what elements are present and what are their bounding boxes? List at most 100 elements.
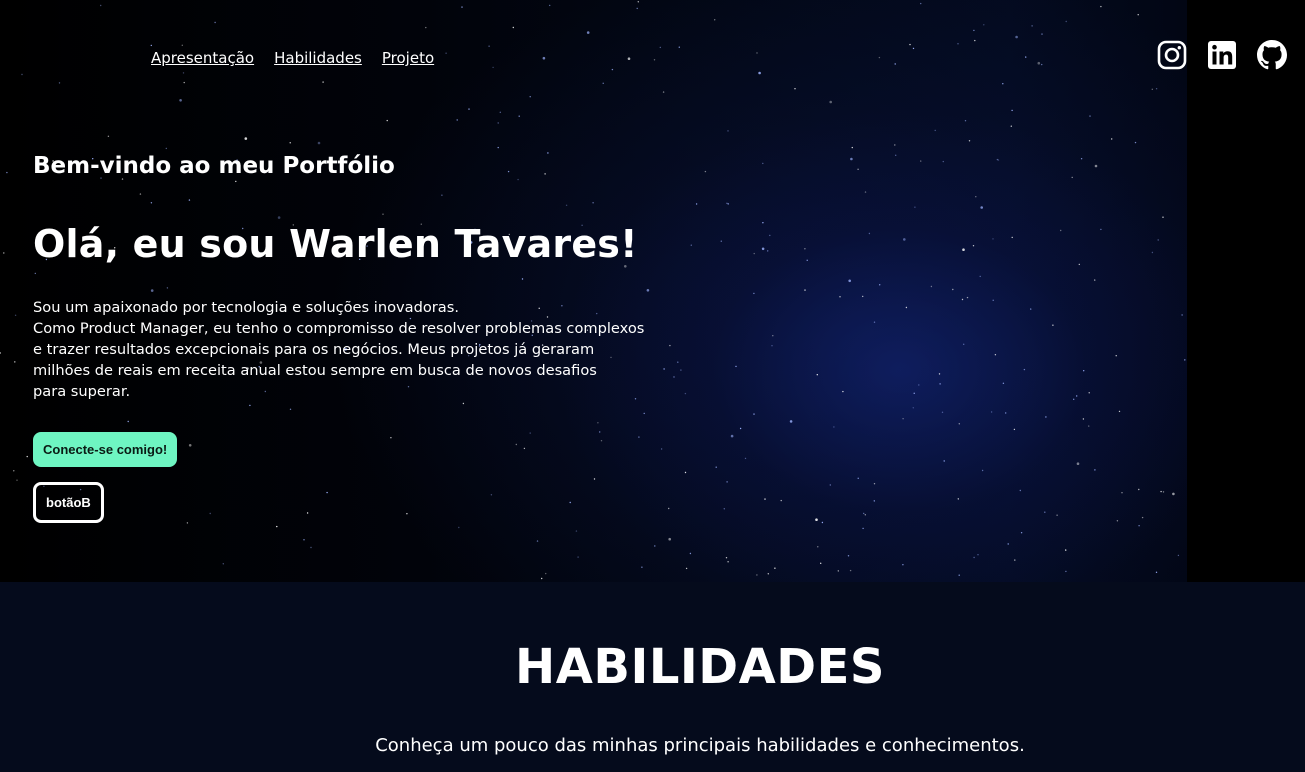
star — [306, 512, 309, 514]
nav-link-habilidades[interactable]: Habilidades — [274, 49, 362, 67]
star — [1115, 355, 1117, 357]
star — [850, 157, 853, 161]
star — [1065, 570, 1067, 573]
star — [1041, 33, 1043, 35]
star — [756, 52, 758, 54]
star — [235, 180, 237, 183]
star — [821, 521, 824, 524]
star — [1094, 279, 1096, 281]
star — [441, 194, 443, 196]
star — [549, 4, 551, 7]
linkedin-icon[interactable] — [1207, 40, 1237, 70]
star — [512, 26, 514, 29]
star — [276, 525, 278, 528]
star — [961, 298, 964, 301]
star — [1002, 83, 1004, 85]
star — [753, 252, 755, 255]
star — [1088, 425, 1090, 427]
star — [317, 141, 321, 145]
star — [981, 469, 984, 472]
star — [1138, 525, 1140, 527]
instagram-icon[interactable] — [1157, 40, 1187, 70]
github-icon[interactable] — [1257, 40, 1287, 70]
skills-title: HABILIDADES — [515, 639, 885, 695]
star — [1118, 410, 1121, 413]
star — [902, 564, 904, 566]
star — [1151, 88, 1154, 91]
hero-section: Apresentação Habilidades Projeto Bem-vin… — [0, 0, 1305, 582]
star — [804, 248, 806, 250]
star — [541, 577, 543, 580]
star — [677, 361, 679, 363]
stars-layer — [0, 1, 1186, 580]
star — [16, 479, 18, 481]
star — [1121, 492, 1123, 494]
secondary-button[interactable]: botãoB — [33, 482, 104, 523]
star — [1184, 359, 1186, 361]
star — [497, 122, 499, 124]
star — [957, 498, 959, 500]
star — [100, 4, 102, 7]
star — [150, 202, 153, 204]
star — [992, 238, 994, 240]
star — [597, 422, 599, 424]
star — [458, 526, 460, 529]
star — [406, 513, 408, 515]
star — [806, 259, 808, 261]
star — [963, 343, 965, 345]
star — [1160, 490, 1162, 493]
star — [980, 206, 983, 209]
nav-link-apresentacao[interactable]: Apresentação — [151, 49, 254, 67]
star — [497, 146, 499, 149]
star — [150, 289, 154, 292]
hero-description-line: para superar. — [33, 383, 131, 400]
star — [1056, 514, 1058, 516]
star — [1052, 324, 1054, 326]
star — [715, 466, 717, 468]
star — [769, 234, 771, 237]
star — [21, 73, 23, 76]
star — [669, 344, 671, 347]
star — [902, 418, 904, 420]
star — [1011, 109, 1013, 112]
star — [490, 494, 493, 496]
star — [879, 284, 881, 286]
star — [934, 129, 936, 132]
star — [1037, 61, 1041, 65]
star — [767, 250, 769, 252]
star — [762, 222, 764, 224]
page: Apresentação Habilidades Projeto Bem-vin… — [0, 0, 1305, 772]
star — [894, 63, 896, 65]
star — [864, 191, 867, 193]
star — [1025, 56, 1027, 58]
star — [107, 135, 110, 137]
star — [1162, 216, 1164, 218]
star — [249, 404, 251, 407]
star — [868, 232, 871, 235]
star — [894, 144, 896, 146]
star — [942, 160, 944, 163]
star — [529, 432, 531, 434]
star — [918, 384, 920, 386]
star — [1015, 35, 1018, 39]
star — [569, 501, 571, 504]
main-nav: Apresentação Habilidades Projeto — [151, 49, 434, 67]
star — [990, 411, 993, 413]
star — [727, 203, 729, 205]
star — [627, 57, 631, 60]
hero-description-line: Como Product Manager, eu tenho o comprom… — [33, 320, 645, 337]
star — [975, 196, 977, 198]
star — [938, 373, 941, 375]
star — [599, 431, 601, 433]
star — [837, 570, 839, 572]
nav-link-projeto[interactable]: Projeto — [382, 49, 434, 67]
star — [983, 24, 985, 26]
star — [507, 170, 510, 173]
star — [857, 477, 859, 479]
hero-title: Olá, eu sou Warlen Tavares! — [33, 222, 638, 266]
star — [1155, 571, 1158, 573]
star — [592, 202, 594, 204]
star — [857, 168, 859, 170]
connect-button[interactable]: Conecte-se comigo! — [33, 432, 178, 467]
star — [425, 26, 427, 29]
